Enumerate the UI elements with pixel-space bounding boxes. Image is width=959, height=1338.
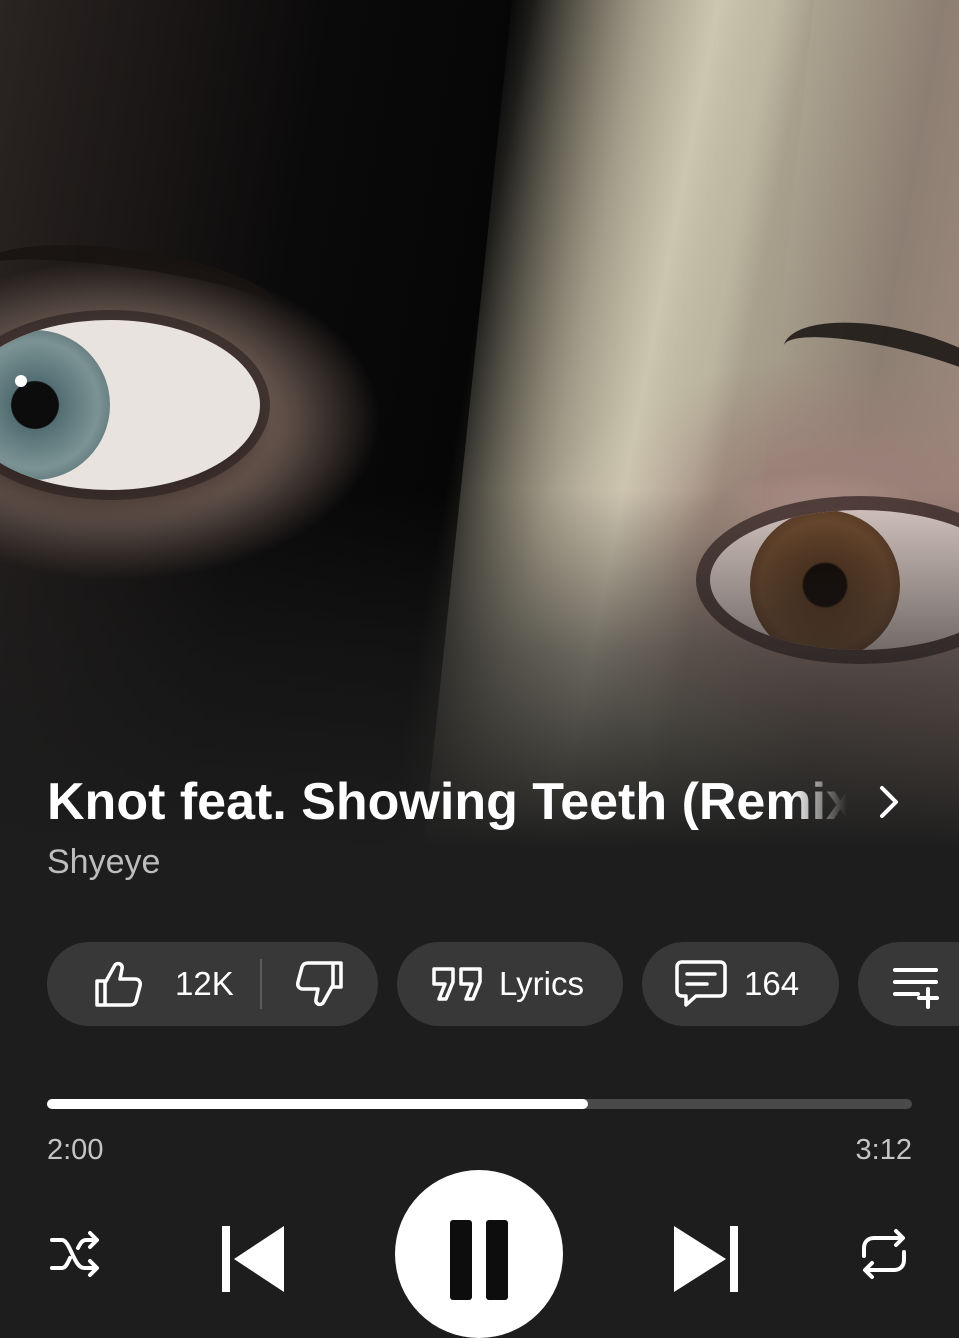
pause-icon [486,1220,508,1300]
thumbs-up-icon[interactable] [93,959,143,1009]
action-chips: 12K Lyrics 164 [47,942,959,1026]
thumbs-down-icon[interactable] [295,959,345,1009]
seek-bar[interactable] [47,1099,912,1109]
repeat-icon[interactable] [856,1226,912,1282]
artist-name[interactable]: Shyeye [47,840,160,884]
lyrics-label: Lyrics [499,965,584,1002]
quote-icon [432,967,482,1001]
total-time: 3:12 [855,1134,912,1166]
comment-count: 164 [744,965,800,1002]
album-art [0,0,959,850]
lyrics-button[interactable]: Lyrics [397,942,623,1026]
track-title[interactable]: Knot feat. Showing Teeth (Remix) [47,770,847,834]
play-pause-button[interactable] [395,1170,563,1338]
track-title-row[interactable]: Knot feat. Showing Teeth (Remix) [47,770,917,834]
playlist-add-icon [893,968,939,1009]
shuffle-icon[interactable] [48,1226,104,1282]
chevron-right-icon[interactable] [869,782,909,822]
save-to-playlist-button[interactable] [858,942,959,1026]
skip-previous-icon[interactable] [218,1222,290,1292]
skip-next-icon[interactable] [670,1222,742,1292]
album-art-detail [772,302,959,448]
like-dislike-chip: 12K [47,942,378,1026]
like-count: 12K [175,965,234,1002]
pause-icon [450,1220,472,1300]
comments-button[interactable]: 164 [642,942,839,1026]
current-time: 2:00 [47,1134,104,1166]
comment-icon [675,960,727,1007]
album-art-detail [0,320,260,490]
chip-divider [260,959,262,1009]
seek-bar-progress [47,1099,588,1109]
